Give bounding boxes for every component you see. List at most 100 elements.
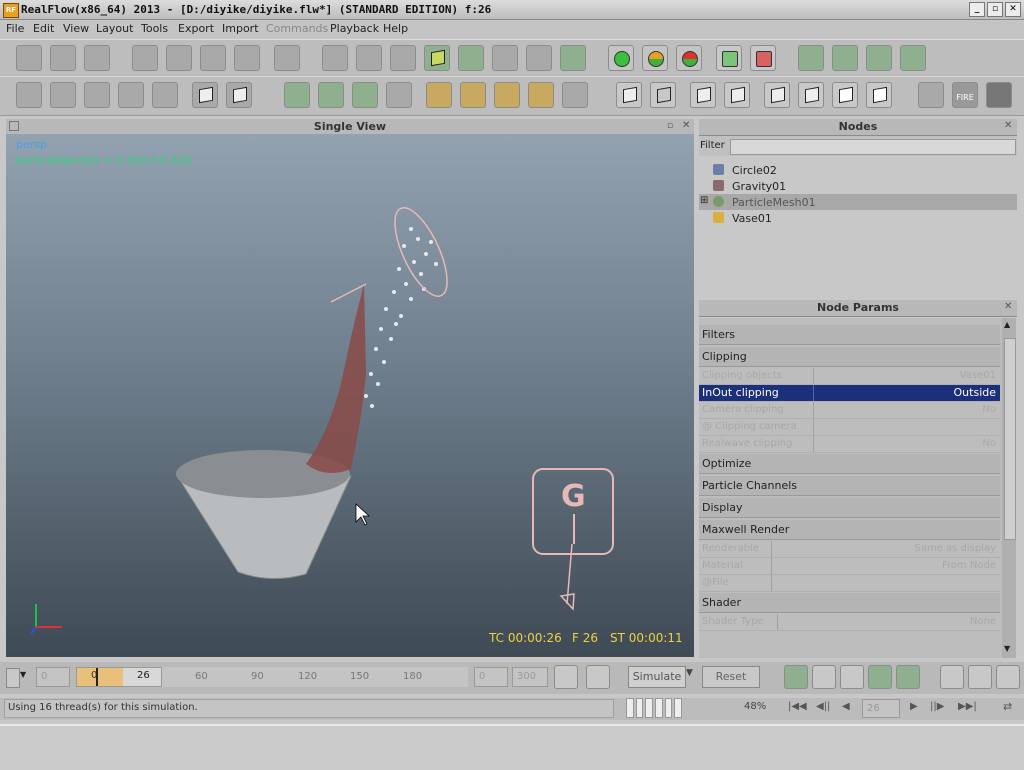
edit-icon[interactable] (812, 665, 836, 689)
view-top-icon[interactable] (118, 82, 144, 108)
add-object-icon[interactable] (424, 45, 450, 71)
minimize-button[interactable]: _ (969, 2, 985, 17)
menu-view[interactable]: View (63, 22, 89, 35)
wireframe-box-icon[interactable] (650, 82, 676, 108)
axis-tool-icon[interactable] (274, 45, 300, 71)
param-row[interactable]: Camera clipping No (699, 402, 1000, 419)
scrollbar-thumb[interactable] (1004, 338, 1016, 540)
section-display[interactable]: Display (699, 498, 1000, 518)
render-icon[interactable] (918, 82, 944, 108)
rotate-tool-icon[interactable] (200, 45, 226, 71)
box-view-icon[interactable] (192, 82, 218, 108)
timeline-ruler[interactable]: 60 90 120 150 180 (162, 667, 468, 687)
simulate-button[interactable]: Simulate (628, 666, 686, 688)
sim-option-icon[interactable] (784, 665, 808, 689)
fire-render-icon[interactable]: FIRE (952, 82, 978, 108)
3d-viewport[interactable]: persp ParticleMesh01 = 0.350 F:0.320 G T… (6, 134, 694, 657)
batch-script-icon[interactable] (832, 45, 858, 71)
frame-input[interactable]: 26 (862, 699, 900, 718)
node-item[interactable]: Gravity01 (699, 178, 1017, 194)
node-item[interactable]: Vase01 (699, 210, 1017, 226)
view-side-icon[interactable] (84, 82, 110, 108)
hourglass-icon[interactable] (562, 82, 588, 108)
view-front-icon[interactable] (50, 82, 76, 108)
red-light-icon[interactable] (676, 45, 702, 71)
curve-editor-icon[interactable] (318, 82, 344, 108)
grid-2-icon[interactable] (460, 82, 486, 108)
hierarchy-icon[interactable] (390, 45, 416, 71)
end-frame-field-b[interactable]: 300 (512, 667, 548, 687)
last-frame-icon[interactable]: ▶▶| (958, 701, 977, 712)
params-scrollbar[interactable]: ▲ ▼ (1002, 318, 1016, 658)
timer-script-icon[interactable] (866, 45, 892, 71)
scale-tool-icon[interactable] (234, 45, 260, 71)
nodes-close-icon[interactable]: ✕ (1004, 120, 1012, 131)
next-frame-icon[interactable]: ▶ (910, 701, 918, 712)
menu-import[interactable]: Import (222, 22, 259, 35)
param-row[interactable]: Shader Type None (699, 614, 1000, 631)
section-optimize[interactable]: Optimize (699, 454, 1000, 474)
notes-icon[interactable] (284, 82, 310, 108)
camera-icon[interactable] (492, 45, 518, 71)
grid-icon[interactable] (426, 82, 452, 108)
start-frame-field[interactable]: 0 (36, 667, 70, 687)
import-icon[interactable] (940, 665, 964, 689)
new-scene-icon[interactable] (16, 45, 42, 71)
filter-input[interactable] (730, 139, 1016, 155)
maximize-button[interactable]: ▫ (987, 2, 1003, 17)
simulate-dropdown-icon[interactable]: ▼ (686, 668, 693, 678)
param-row-selected[interactable]: InOut clipping Outside (699, 385, 1000, 402)
menu-edit[interactable]: Edit (33, 22, 54, 35)
shaded-cube-icon[interactable] (764, 82, 790, 108)
scroll-up-icon[interactable]: ▲ (1004, 320, 1010, 329)
expand-icon[interactable]: ⊞ (700, 195, 708, 206)
white-cube-icon[interactable] (832, 82, 858, 108)
move-tool-icon[interactable] (166, 45, 192, 71)
menu-commands[interactable]: Commands (266, 22, 328, 35)
menu-export[interactable]: Export (178, 22, 214, 35)
green-light-icon[interactable] (608, 45, 634, 71)
menu-file[interactable]: File (6, 22, 24, 35)
dropdown-arrow-icon[interactable]: ▼ (20, 670, 26, 679)
star-icon[interactable] (868, 665, 892, 689)
menu-tools[interactable]: Tools (141, 22, 168, 35)
close-button[interactable]: ✕ (1005, 2, 1021, 17)
node-item[interactable]: Circle02 (699, 162, 1017, 178)
save-scene-icon[interactable] (84, 45, 110, 71)
grid-4-icon[interactable] (528, 82, 554, 108)
prev-key-icon[interactable]: ◀|| (816, 701, 830, 712)
smooth-box-icon[interactable] (724, 82, 750, 108)
section-maxwell-render[interactable]: Maxwell Render (699, 520, 1000, 540)
next-key-icon[interactable]: ||▶ (930, 701, 944, 712)
end-frame-field-a[interactable]: 0 (474, 667, 508, 687)
maxwell-icon[interactable] (986, 82, 1012, 108)
menu-help[interactable]: Help (383, 22, 408, 35)
grid-3-icon[interactable] (494, 82, 520, 108)
loop-icon[interactable]: ⇄ (1003, 700, 1012, 713)
relationship-icon[interactable] (352, 82, 378, 108)
menu-playback[interactable]: Playback (330, 22, 379, 35)
section-clipping[interactable]: Clipping (699, 347, 1000, 367)
layout-icon[interactable] (16, 82, 42, 108)
timeline-menu-icon[interactable] (6, 668, 20, 688)
export-green-icon[interactable] (716, 45, 742, 71)
script-run-icon[interactable] (798, 45, 824, 71)
node-item-selected[interactable]: ⊞ ParticleMesh01 (699, 194, 1017, 210)
param-row[interactable]: Clipping objects Vase01 (699, 368, 1000, 385)
export-icon[interactable] (968, 665, 992, 689)
param-row[interactable]: Material From Node (699, 558, 1000, 575)
open-scene-icon[interactable] (50, 45, 76, 71)
yellow-light-icon[interactable] (642, 45, 668, 71)
flat-box-icon[interactable] (690, 82, 716, 108)
menu-layout[interactable]: Layout (96, 22, 133, 35)
select-tool-icon[interactable] (132, 45, 158, 71)
keyframe-icon[interactable] (554, 665, 578, 689)
export-red-icon[interactable] (750, 45, 776, 71)
panel-float-icon[interactable]: ▫ (667, 121, 673, 131)
outline-cube-icon[interactable] (866, 82, 892, 108)
params-close-icon[interactable]: ✕ (1004, 301, 1012, 312)
display-mode-icon[interactable] (322, 45, 348, 71)
frame-slider[interactable]: 0 26 (76, 667, 162, 687)
textured-cube-icon[interactable] (798, 82, 824, 108)
wrench-icon[interactable] (996, 665, 1020, 689)
